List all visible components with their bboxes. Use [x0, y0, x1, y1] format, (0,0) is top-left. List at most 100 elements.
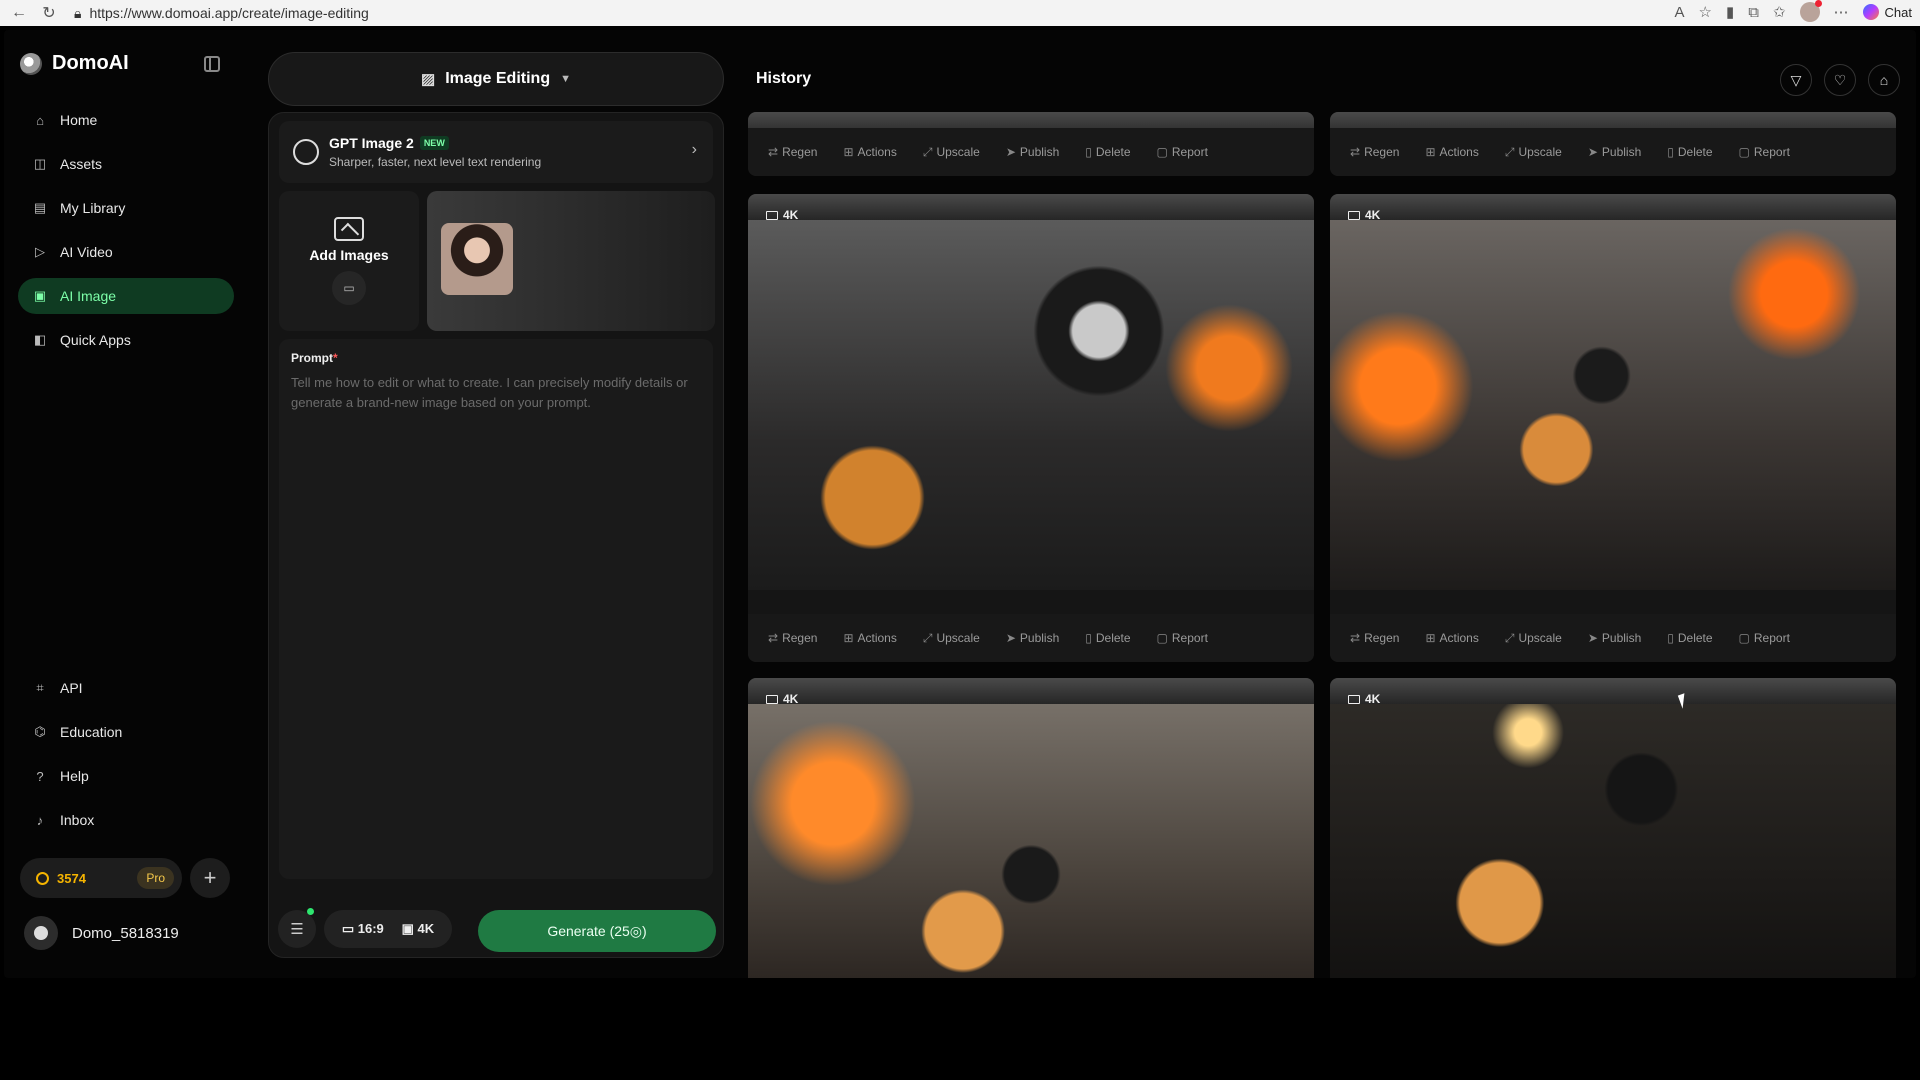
actions-button[interactable]: ⊞ Actions: [843, 631, 896, 645]
delete-button[interactable]: ▯ Delete: [1085, 631, 1130, 645]
sliders-icon: ☰: [290, 921, 304, 938]
generated-image[interactable]: [1330, 220, 1896, 590]
home-icon: ⌂: [36, 112, 44, 128]
extension-icon[interactable]: ▮: [1726, 3, 1734, 21]
brand-logo[interactable]: DomoAI: [20, 52, 129, 75]
regen-button[interactable]: ⇄ Regen: [1350, 145, 1399, 159]
sidebar-item-help[interactable]: ? Help: [18, 758, 234, 794]
upscale-button[interactable]: ⤢ Upscale: [1505, 145, 1562, 160]
report-button[interactable]: ▢ Report: [1157, 631, 1208, 645]
sidebar-item-my-library[interactable]: ▤ My Library: [18, 190, 234, 226]
publish-button[interactable]: ➤ Publish: [1588, 631, 1641, 645]
favorite-icon[interactable]: ☆: [1699, 3, 1712, 21]
education-icon: ⌬: [34, 724, 46, 739]
bell-icon: ♪: [36, 812, 44, 828]
image-edit-icon: ▨: [421, 71, 436, 88]
username: Domo_5818319: [72, 924, 179, 942]
image-icon: ▣: [33, 288, 47, 303]
report-button[interactable]: ▢ Report: [1739, 631, 1790, 645]
add-images-button[interactable]: Add Images ▭: [279, 191, 419, 331]
actions-button[interactable]: ⊞ Actions: [843, 145, 896, 159]
image-header: [748, 194, 1314, 220]
refresh-icon[interactable]: ↻: [38, 2, 60, 24]
report-button[interactable]: ▢ Report: [1739, 145, 1790, 159]
video-icon: ▷: [35, 244, 45, 259]
credits-balance[interactable]: 3574 Pro: [20, 858, 182, 898]
generated-image[interactable]: [748, 704, 1314, 978]
sidebar-item-quick-apps[interactable]: ◧ Quick Apps: [18, 322, 234, 358]
chevron-right-icon: ›: [691, 141, 697, 158]
publish-icon: ➤: [1005, 145, 1016, 159]
openai-icon: [293, 139, 319, 165]
apps-icon: ◧: [33, 332, 47, 347]
delete-button[interactable]: ▯ Delete: [1667, 145, 1712, 159]
publish-button[interactable]: ➤ Publish: [1006, 145, 1059, 159]
monitor-icon: [1348, 694, 1360, 704]
sidebar-item-assets[interactable]: ◫ Assets: [18, 146, 234, 182]
publish-button[interactable]: ➤ Publish: [1588, 145, 1641, 159]
sidebar-item-ai-image[interactable]: ▣ AI Image: [18, 278, 234, 314]
output-options-button[interactable]: ▭ 16:9 ▣ 4K: [324, 910, 452, 948]
trash-icon: ▯: [1085, 631, 1092, 645]
sidebar-item-api[interactable]: ⌗ API: [18, 670, 234, 706]
regen-button[interactable]: ⇄ Regen: [768, 631, 817, 645]
upscale-icon: ⤢: [1504, 630, 1515, 645]
url-text: https://www.domoai.app/create/image-edit…: [89, 5, 369, 21]
mode-selector[interactable]: ▨ Image Editing ▼: [268, 52, 724, 106]
editor-panel: ▨ Image Editing ▼ GPT Image 2 NEW Sharper…: [268, 52, 724, 966]
delete-button[interactable]: ▯ Delete: [1667, 631, 1712, 645]
prompt-field[interactable]: Prompt* Tell me how to edit or what to c…: [279, 339, 713, 879]
history-card: 4K: [748, 678, 1314, 978]
model-description: Sharper, faster, next level text renderi…: [329, 155, 542, 169]
puzzle-icon[interactable]: ⧉: [1748, 4, 1759, 21]
more-icon[interactable]: ⋯: [1834, 3, 1849, 21]
upscale-button[interactable]: ⤢ Upscale: [923, 145, 980, 160]
prompt-label: Prompt: [291, 351, 333, 365]
address-bar[interactable]: 🔒︎ https://www.domoai.app/create/image-e…: [74, 5, 369, 22]
chevron-down-icon: ▼: [560, 73, 571, 85]
brand-name: DomoAI: [52, 52, 129, 74]
sidebar: DomoAI ⌂ Home ◫ Assets ▤ My Library ▷ AI Vid…: [4, 30, 244, 978]
sidebar-toggle-icon[interactable]: [204, 56, 220, 72]
sidebar-item-education[interactable]: ⌬ Education: [18, 714, 234, 750]
folder-icon[interactable]: ⌂: [1868, 64, 1900, 96]
report-icon: ▢: [1738, 145, 1750, 159]
upscale-button[interactable]: ⤢ Upscale: [1505, 631, 1562, 646]
delete-button[interactable]: ▯ Delete: [1085, 145, 1130, 159]
generated-image[interactable]: [1330, 704, 1896, 978]
regen-icon: ⇄: [768, 631, 779, 645]
add-credits-button[interactable]: +: [190, 858, 230, 898]
filter-icon[interactable]: ▽: [1780, 64, 1812, 96]
report-button[interactable]: ▢ Report: [1157, 145, 1208, 159]
uploaded-image-thumbnail[interactable]: [441, 223, 513, 295]
profile-avatar[interactable]: [1799, 0, 1822, 22]
new-badge: NEW: [419, 136, 449, 150]
actions-icon: ⊞: [1425, 145, 1436, 159]
favorites-list-icon[interactable]: ✩: [1773, 3, 1786, 21]
history-tools: ▽ ♡ ⌂: [1780, 64, 1900, 96]
copilot-chat-button[interactable]: Chat: [1862, 4, 1912, 20]
back-icon[interactable]: ←: [8, 2, 30, 24]
user-profile[interactable]: Domo_5818319: [24, 916, 179, 950]
asset-picker-button[interactable]: ▭: [332, 271, 366, 305]
resolution-icon: ▣: [401, 921, 414, 936]
read-aloud-icon[interactable]: A: [1675, 4, 1685, 21]
upscale-button[interactable]: ⤢ Upscale: [923, 631, 980, 646]
regen-button[interactable]: ⇄ Regen: [768, 145, 817, 159]
monitor-icon: [1348, 210, 1360, 220]
sidebar-item-inbox[interactable]: ♪ Inbox: [18, 802, 234, 838]
add-image-icon: [334, 217, 364, 241]
generate-button[interactable]: Generate (25◎): [478, 910, 716, 952]
aspect-ratio-icon: ▭: [341, 921, 355, 936]
regen-button[interactable]: ⇄ Regen: [1350, 631, 1399, 645]
advanced-settings-button[interactable]: ☰: [278, 908, 316, 948]
image-header: [748, 678, 1314, 704]
heart-icon[interactable]: ♡: [1824, 64, 1856, 96]
publish-button[interactable]: ➤ Publish: [1006, 631, 1059, 645]
model-selector[interactable]: GPT Image 2 NEW Sharper, faster, next lev…: [279, 121, 713, 183]
generated-image[interactable]: [748, 220, 1314, 590]
actions-button[interactable]: ⊞ Actions: [1425, 631, 1478, 645]
sidebar-item-home[interactable]: ⌂ Home: [18, 102, 234, 138]
actions-button[interactable]: ⊞ Actions: [1425, 145, 1478, 159]
sidebar-item-ai-video[interactable]: ▷ AI Video: [18, 234, 234, 270]
